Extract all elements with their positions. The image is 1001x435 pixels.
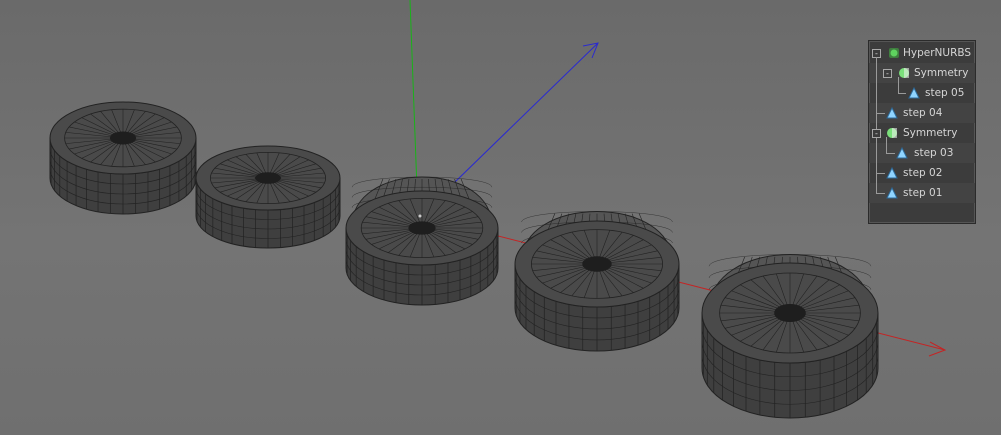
tree-item-label: step 04 <box>903 107 943 119</box>
tree-item-step-02[interactable]: step 02 <box>869 163 975 183</box>
tree-item-step-01[interactable]: step 01 <box>869 183 975 203</box>
mesh-object-step-04[interactable] <box>514 211 680 352</box>
mesh-object-step-02[interactable] <box>195 145 341 249</box>
mesh-object-step-03[interactable] <box>345 176 499 306</box>
mesh-object-step-01[interactable] <box>49 101 197 215</box>
polygon-object-icon <box>896 147 908 159</box>
tree-item-step-04[interactable]: step 04 <box>869 103 975 123</box>
symmetry-icon <box>887 128 897 138</box>
collapse-icon[interactable]: - <box>872 129 881 138</box>
3d-viewport[interactable]: - HyperNURBS - Symmetry step 05 step 04 … <box>0 0 1001 435</box>
object-manager-overlay[interactable]: - HyperNURBS - Symmetry step 05 step 04 … <box>868 40 976 224</box>
hypernurbs-icon <box>889 48 899 58</box>
tree-item-label: step 02 <box>903 167 943 179</box>
tree-item-symmetry[interactable]: - Symmetry <box>869 57 975 83</box>
polygon-object-icon <box>886 107 898 119</box>
x-axis-arrow-icon <box>928 341 947 357</box>
mesh-object-step-05[interactable] <box>701 254 879 419</box>
tree-item-step-03[interactable]: step 03 <box>869 137 975 163</box>
tree-item-label: Symmetry <box>903 127 958 139</box>
tree-item-label: step 05 <box>925 87 965 99</box>
viewport-scene[interactable] <box>0 0 1001 435</box>
polygon-object-icon <box>886 187 898 199</box>
tree-item-hypernurbs[interactable]: - HyperNURBS <box>869 43 975 63</box>
collapse-icon[interactable]: - <box>883 69 892 78</box>
world-origin-marker <box>418 214 422 218</box>
tree-item-symmetry-2[interactable]: - Symmetry <box>869 123 975 143</box>
tree-item-label: step 01 <box>903 187 943 199</box>
tree-item-label: HyperNURBS <box>903 47 972 59</box>
symmetry-icon <box>899 68 909 78</box>
polygon-object-icon <box>908 87 920 99</box>
tree-item-label: Symmetry <box>914 67 969 79</box>
tree-item-label: step 03 <box>914 147 954 159</box>
tree-item-step-05[interactable]: step 05 <box>869 77 975 103</box>
polygon-object-icon <box>886 167 898 179</box>
